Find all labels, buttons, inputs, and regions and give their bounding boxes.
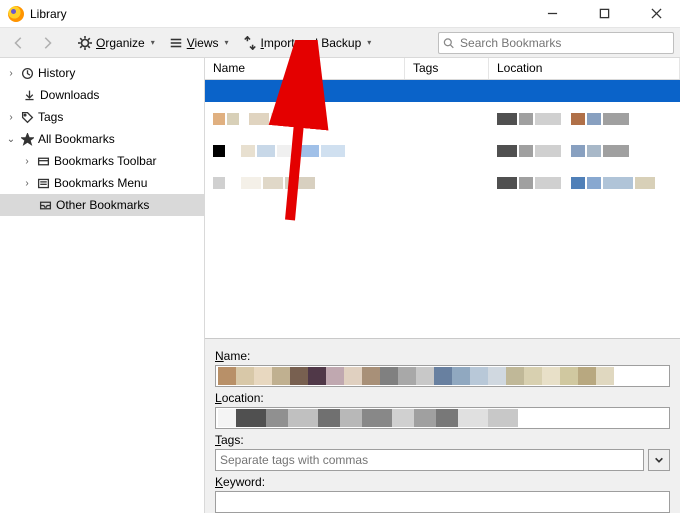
content-pane: Name Tags Location: [205, 58, 680, 513]
name-field[interactable]: [215, 365, 670, 387]
search-box[interactable]: [438, 32, 674, 54]
twisty-icon[interactable]: ›: [6, 112, 16, 123]
views-menu[interactable]: Views▾: [163, 34, 235, 52]
tags-field[interactable]: [215, 449, 644, 471]
tree-history[interactable]: › History: [0, 62, 204, 84]
gear-icon: [78, 36, 92, 50]
twisty-icon[interactable]: ›: [6, 68, 16, 79]
clock-icon: [20, 67, 34, 80]
forward-button[interactable]: [34, 34, 60, 52]
tag-icon: [20, 111, 34, 124]
keyword-label: Keyword:: [215, 475, 670, 489]
table-row[interactable]: [205, 80, 680, 102]
column-headers: Name Tags Location: [205, 58, 680, 80]
twisty-icon[interactable]: ›: [22, 178, 32, 189]
star-icon: [20, 133, 34, 146]
menu-icon: [36, 177, 50, 190]
organize-menu[interactable]: Organize▾: [72, 34, 161, 52]
close-button[interactable]: [642, 3, 670, 25]
col-location[interactable]: Location: [489, 58, 680, 79]
tree-downloads[interactable]: Downloads: [0, 84, 204, 106]
toolbar-icon: [36, 155, 50, 168]
bookmark-list[interactable]: [205, 80, 680, 338]
tree-bookmarks-toolbar[interactable]: › Bookmarks Toolbar: [0, 150, 204, 172]
tags-dropdown-button[interactable]: [648, 449, 670, 471]
back-button[interactable]: [6, 34, 32, 52]
tree-bookmarks-menu[interactable]: › Bookmarks Menu: [0, 172, 204, 194]
table-row[interactable]: [205, 140, 680, 162]
name-label: Name:: [215, 349, 670, 363]
keyword-field[interactable]: [215, 491, 670, 513]
list-icon: [169, 36, 183, 50]
location-label: Location:: [215, 391, 670, 405]
tree-all-bookmarks[interactable]: ⌄ All Bookmarks: [0, 128, 204, 150]
maximize-button[interactable]: [590, 3, 618, 25]
tree-other-bookmarks[interactable]: Other Bookmarks: [0, 194, 204, 216]
minimize-button[interactable]: [538, 3, 566, 25]
table-row[interactable]: [205, 172, 680, 194]
download-icon: [22, 89, 36, 102]
updown-icon: [243, 36, 257, 50]
details-panel: Name: Location: Tags: Keyword:: [205, 338, 680, 513]
import-backup-menu[interactable]: Import and Backup▾: [237, 34, 378, 52]
search-input[interactable]: [458, 35, 673, 51]
table-row[interactable]: [205, 108, 680, 130]
search-icon: [443, 37, 454, 49]
sidebar: › History Downloads › Tags ⌄ All Bookmar…: [0, 58, 205, 513]
title-bar: Library: [0, 0, 680, 28]
twisty-icon[interactable]: ⌄: [6, 134, 16, 145]
col-name[interactable]: Name: [205, 58, 405, 79]
tray-icon: [38, 199, 52, 212]
toolbar: Organize▾ Views▾ Import and Backup▾: [0, 28, 680, 58]
twisty-icon[interactable]: ›: [22, 156, 32, 167]
location-field[interactable]: [215, 407, 670, 429]
tags-label: Tags:: [215, 433, 670, 447]
col-tags[interactable]: Tags: [405, 58, 489, 79]
app-icon: [8, 6, 24, 22]
window-title: Library: [30, 7, 67, 21]
tree-tags[interactable]: › Tags: [0, 106, 204, 128]
